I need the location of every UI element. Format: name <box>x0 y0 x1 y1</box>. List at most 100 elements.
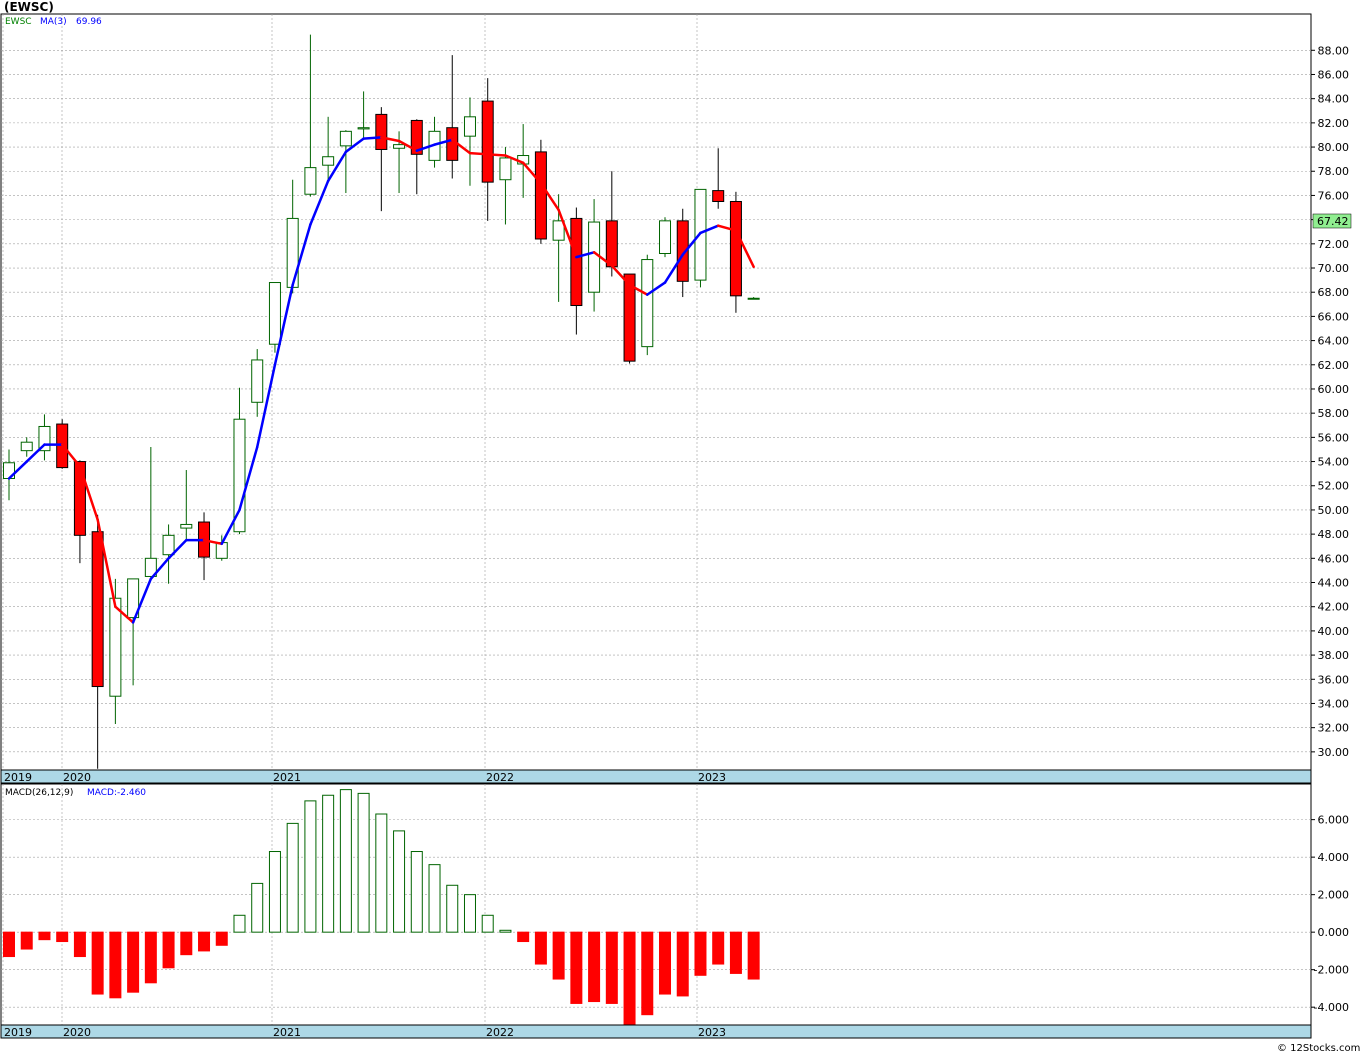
price-tick-label: 80.00 <box>1318 141 1350 154</box>
price-tick-label: 64.00 <box>1318 335 1350 348</box>
candle-body <box>180 523 193 529</box>
price-x-tick-label: 2023 <box>698 771 726 784</box>
candle-body <box>605 220 618 268</box>
price-y-axis: 30.00 32.00 34.00 36.00 38.00 40.00 42.00 44.00… <box>1311 44 1349 759</box>
candle-up <box>659 217 672 258</box>
price-tick-label: 70.00 <box>1318 262 1350 275</box>
macd-bar-negative <box>747 931 760 980</box>
macd-bar-positive <box>304 800 317 933</box>
candle-body <box>712 190 725 202</box>
price-x-tick-label: 2019 <box>4 771 32 784</box>
macd-bar-negative <box>198 931 211 952</box>
candle-body <box>534 151 547 240</box>
macd-bar-positive <box>428 864 441 933</box>
macd-bar-negative <box>694 931 707 976</box>
chart-title: (EWSC) <box>4 0 54 14</box>
macd-bar-negative <box>127 931 140 993</box>
price-panel: 30.00 32.00 34.00 36.00 38.00 40.00 42.00 44.00… <box>0 13 1352 784</box>
price-tick-label: 36.00 <box>1318 673 1350 686</box>
macd-bar-negative <box>3 931 15 958</box>
price-tick-label: 46.00 <box>1318 552 1350 565</box>
macd-bar-negative <box>144 931 157 984</box>
price-x-axis-band <box>0 769 1312 784</box>
price-tick-label: 38.00 <box>1318 649 1350 662</box>
macd-bar-negative <box>729 931 742 974</box>
last-price-marker: 67.42 <box>1312 213 1352 229</box>
candle-body <box>375 113 388 150</box>
legend-symbol: EWSC <box>5 17 32 27</box>
price-tick-label: 40.00 <box>1318 625 1350 638</box>
macd-bar-negative <box>180 931 193 956</box>
candle-body <box>20 441 33 452</box>
price-x-tick-label: 2020 <box>63 771 91 784</box>
macd-tick-label: -2.000 <box>1314 964 1349 977</box>
price-tick-label: 50.00 <box>1318 504 1350 517</box>
price-legend: EWSC MA(3) 69.96 <box>5 17 102 27</box>
macd-bar-positive <box>393 830 406 933</box>
macd-bar-positive <box>499 929 512 933</box>
stock-chart: (EWSC) 30.00 32.00 34.00 36.00 38.00 40.00 42.… <box>0 0 1360 1054</box>
price-tick-label: 68.00 <box>1318 286 1350 299</box>
price-tick-label: 62.00 <box>1318 359 1350 372</box>
macd-plot-area <box>0 783 1312 1026</box>
macd-x-axis-band <box>0 1024 1312 1039</box>
price-plot-area <box>0 13 1312 771</box>
macd-bar-positive <box>446 884 459 933</box>
ma-segment <box>362 136 383 140</box>
macd-bar-positive <box>463 894 476 933</box>
price-tick-label: 88.00 <box>1318 44 1350 57</box>
macd-bar-negative <box>588 931 601 1003</box>
price-tick-label: 76.00 <box>1318 189 1350 202</box>
macd-bar-positive <box>481 914 494 933</box>
candle-body <box>162 534 175 556</box>
candle-body <box>251 359 264 403</box>
ma-segment <box>486 153 507 157</box>
price-tick-label: 48.00 <box>1318 528 1350 541</box>
price-tick-label: 56.00 <box>1318 431 1350 444</box>
candle-down <box>729 191 742 313</box>
macd-bar-negative <box>641 931 654 1016</box>
macd-bar-negative <box>676 931 689 997</box>
price-tick-label: 66.00 <box>1318 310 1350 323</box>
macd-bar-negative <box>570 931 583 1004</box>
macd-x-tick-label: 2019 <box>4 1026 32 1039</box>
macd-tick-label: 2.000 <box>1318 889 1350 902</box>
macd-bar-positive <box>410 851 423 933</box>
macd-tick-label: 0.000 <box>1318 926 1350 939</box>
legend-ma-label: MA(3) <box>40 17 67 27</box>
candle-body <box>729 200 742 297</box>
candle-body <box>570 217 583 307</box>
price-tick-label: 34.00 <box>1318 697 1350 710</box>
macd-bar-negative <box>109 931 122 999</box>
macd-tick-label: 6.000 <box>1318 814 1350 827</box>
macd-bar-negative <box>91 931 104 995</box>
macd-bar-positive <box>268 851 281 933</box>
macd-legend-label: MACD(26,12,9) <box>5 788 73 798</box>
candle-body <box>588 221 601 293</box>
price-tick-label: 86.00 <box>1318 68 1350 81</box>
price-tick-label: 72.00 <box>1318 238 1350 251</box>
price-tick-label: 42.00 <box>1318 601 1350 614</box>
candle-body <box>499 157 512 181</box>
macd-bar-negative <box>623 931 636 1025</box>
macd-y-axis: -4.000 -2.000 0.000 2.000 4.000 6.000 <box>1311 814 1350 1014</box>
price-tick-label: 30.00 <box>1318 746 1350 759</box>
macd-bar-negative <box>517 931 530 943</box>
candle-body <box>286 217 299 288</box>
macd-bar-positive <box>286 822 299 933</box>
price-tick-label: 82.00 <box>1318 117 1350 130</box>
macd-bar-negative <box>712 931 725 965</box>
macd-bar-negative <box>552 931 565 980</box>
macd-bar-positive <box>357 792 370 933</box>
price-tick-label: 58.00 <box>1318 407 1350 420</box>
macd-legend-value: MACD:-2.460 <box>87 788 146 798</box>
candle-body <box>463 116 476 137</box>
candle-body <box>641 259 654 348</box>
price-x-tick-label: 2021 <box>273 771 301 784</box>
ma-segment <box>468 151 489 156</box>
price-tick-label: 78.00 <box>1318 165 1350 178</box>
candle-body <box>339 130 352 147</box>
candle-body <box>393 144 406 149</box>
macd-bar-negative <box>162 931 175 969</box>
footer-credit: © 12Stocks.com <box>1277 1043 1360 1054</box>
